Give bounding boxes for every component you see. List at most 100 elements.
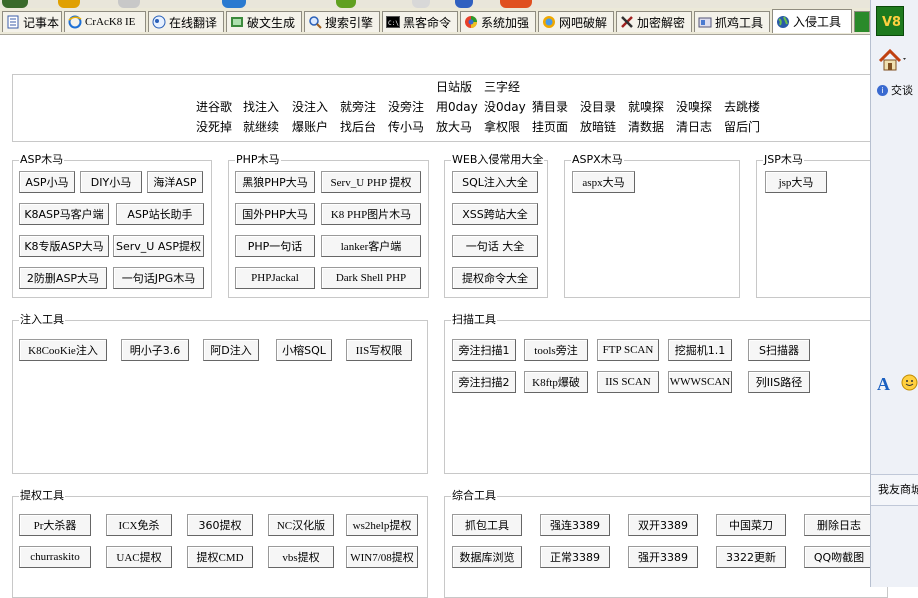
tab-netcafe-crack[interactable]: 网吧破解: [538, 11, 614, 32]
link-item[interactable]: 清日志: [676, 118, 712, 135]
home-icon[interactable]: [877, 46, 907, 76]
tool-button[interactable]: Serv_U PHP 提权: [321, 171, 421, 193]
tool-button[interactable]: S扫描器: [748, 339, 810, 361]
link-item[interactable]: 用0day: [436, 98, 478, 115]
tool-button[interactable]: 海洋ASP: [147, 171, 203, 193]
tool-button[interactable]: 一句话JPG木马: [113, 267, 204, 289]
link-item[interactable]: 拿权限: [484, 118, 520, 135]
tab-hacker-commands[interactable]: C:\ 黑客命令: [382, 11, 458, 32]
tool-button[interactable]: churraskito: [19, 546, 91, 568]
link-item[interactable]: 没注入: [292, 98, 328, 115]
tool-button[interactable]: DIY小马: [80, 171, 142, 193]
tool-button[interactable]: NC汉化版: [268, 514, 334, 536]
tab-system-enhance[interactable]: 系统加强: [460, 11, 536, 32]
tool-button[interactable]: lanker客户端: [321, 235, 421, 257]
tool-button[interactable]: Pr大杀器: [19, 514, 91, 536]
tool-button[interactable]: K8 PHP图片木马: [321, 203, 421, 225]
tool-button[interactable]: aspx大马: [572, 171, 635, 193]
tab-search-engine[interactable]: 搜索引擎: [304, 11, 380, 32]
link-item[interactable]: 挂页面: [532, 118, 568, 135]
tab-overflow[interactable]: [854, 11, 870, 32]
link-item[interactable]: 传小马: [388, 118, 424, 135]
tool-button[interactable]: 双开3389: [628, 514, 698, 536]
tool-button[interactable]: K8专版ASP大马: [19, 235, 109, 257]
link-item[interactable]: 爆账户: [292, 118, 328, 135]
tool-button[interactable]: Dark Shell PHP: [321, 267, 421, 289]
tool-button[interactable]: K8CooKie注入: [19, 339, 107, 361]
tab-crack8-ie[interactable]: CrAcK8 IE: [64, 11, 146, 32]
tool-button[interactable]: XSS跨站大全: [452, 203, 538, 225]
tool-button[interactable]: 360提权: [187, 514, 253, 536]
tool-button[interactable]: jsp大马: [765, 171, 827, 193]
link-item[interactable]: 就旁注: [340, 98, 376, 115]
link-item[interactable]: 没嗅探: [676, 98, 712, 115]
tool-button[interactable]: ASP小马: [19, 171, 75, 193]
tool-button[interactable]: PHP一句话: [235, 235, 315, 257]
tool-button[interactable]: 提权命令大全: [452, 267, 538, 289]
tool-button[interactable]: 数据库浏览: [452, 546, 522, 568]
tab-grab-tools[interactable]: 抓鸡工具: [694, 11, 770, 32]
tool-button[interactable]: 明小子3.6: [121, 339, 189, 361]
tool-button[interactable]: 旁注扫描1: [452, 339, 516, 361]
link-three-character-classic[interactable]: 三字经: [484, 78, 520, 95]
tool-button[interactable]: tools旁注: [524, 339, 588, 361]
link-item[interactable]: 清数据: [628, 118, 664, 135]
link-item[interactable]: 放暗链: [580, 118, 616, 135]
link-item[interactable]: 就嗅探: [628, 98, 664, 115]
tool-button[interactable]: 提权CMD: [187, 546, 253, 568]
emoticon-icon[interactable]: [901, 374, 918, 391]
tool-button[interactable]: WIN7/08提权: [346, 546, 418, 568]
tool-button[interactable]: WWWSCAN: [668, 371, 732, 393]
tool-button[interactable]: 旁注扫描2: [452, 371, 516, 393]
tool-button[interactable]: SQL注入大全: [452, 171, 538, 193]
tool-button[interactable]: 3322更新: [716, 546, 786, 568]
tool-button[interactable]: ws2help提权: [346, 514, 418, 536]
link-item[interactable]: 留后门: [724, 118, 760, 135]
tool-button[interactable]: 正常3389: [540, 546, 610, 568]
tool-button[interactable]: 2防删ASP大马: [19, 267, 107, 289]
tool-button[interactable]: 一句话 大全: [452, 235, 538, 257]
tool-button[interactable]: QQ吻截图: [804, 546, 874, 568]
chat-item[interactable]: i 交谈: [877, 82, 913, 98]
tool-button[interactable]: 阿D注入: [203, 339, 259, 361]
link-item[interactable]: 没目录: [580, 98, 616, 115]
tool-button[interactable]: 强开3389: [628, 546, 698, 568]
tool-button[interactable]: vbs提权: [268, 546, 334, 568]
link-item[interactable]: 猜目录: [532, 98, 568, 115]
link-item[interactable]: 去跳楼: [724, 98, 760, 115]
link-item[interactable]: 找后台: [340, 118, 376, 135]
tool-button[interactable]: K8ftp爆破: [524, 371, 588, 393]
tool-button[interactable]: 抓包工具: [452, 514, 522, 536]
link-item[interactable]: 就继续: [243, 118, 279, 135]
tool-button[interactable]: 黑狼PHP大马: [235, 171, 315, 193]
tab-translate[interactable]: 在线翻译: [148, 11, 224, 32]
tool-button[interactable]: Serv_U ASP提权: [113, 235, 204, 257]
tool-button[interactable]: 挖掘机1.1: [668, 339, 732, 361]
link-item[interactable]: 没0day: [484, 98, 526, 115]
tool-button[interactable]: PHPJackal: [235, 267, 315, 289]
tool-button[interactable]: 强连3389: [540, 514, 610, 536]
tool-button[interactable]: 小榕SQL: [276, 339, 332, 361]
tab-crack-gen[interactable]: 破文生成: [226, 11, 302, 32]
tool-button[interactable]: K8ASP马客户端: [19, 203, 109, 225]
link-item[interactable]: 进谷歌: [196, 98, 232, 115]
tool-button[interactable]: 列IIS路径: [748, 371, 810, 393]
tool-button[interactable]: 中国菜刀: [716, 514, 786, 536]
tool-button[interactable]: FTP SCAN: [597, 339, 659, 361]
link-item[interactable]: 找注入: [243, 98, 279, 115]
tool-button[interactable]: ASP站长助手: [116, 203, 204, 225]
tool-button[interactable]: ICX免杀: [106, 514, 172, 536]
link-item[interactable]: 放大马: [436, 118, 472, 135]
tab-intrusion-tools[interactable]: 入侵工具: [772, 9, 852, 33]
tool-button[interactable]: IIS写权限: [346, 339, 412, 361]
font-icon[interactable]: A: [877, 374, 890, 395]
tab-encrypt-decrypt[interactable]: 加密解密: [616, 11, 692, 32]
tool-button[interactable]: UAC提权: [106, 546, 172, 568]
link-item[interactable]: 没死掉: [196, 118, 232, 135]
tool-button[interactable]: 删除日志: [804, 514, 874, 536]
link-site-version[interactable]: 日站版: [436, 78, 472, 95]
tool-button[interactable]: 国外PHP大马: [235, 203, 315, 225]
friend-mall-link[interactable]: 我友商城: [871, 474, 918, 506]
tool-button[interactable]: IIS SCAN: [597, 371, 659, 393]
link-item[interactable]: 没旁注: [388, 98, 424, 115]
